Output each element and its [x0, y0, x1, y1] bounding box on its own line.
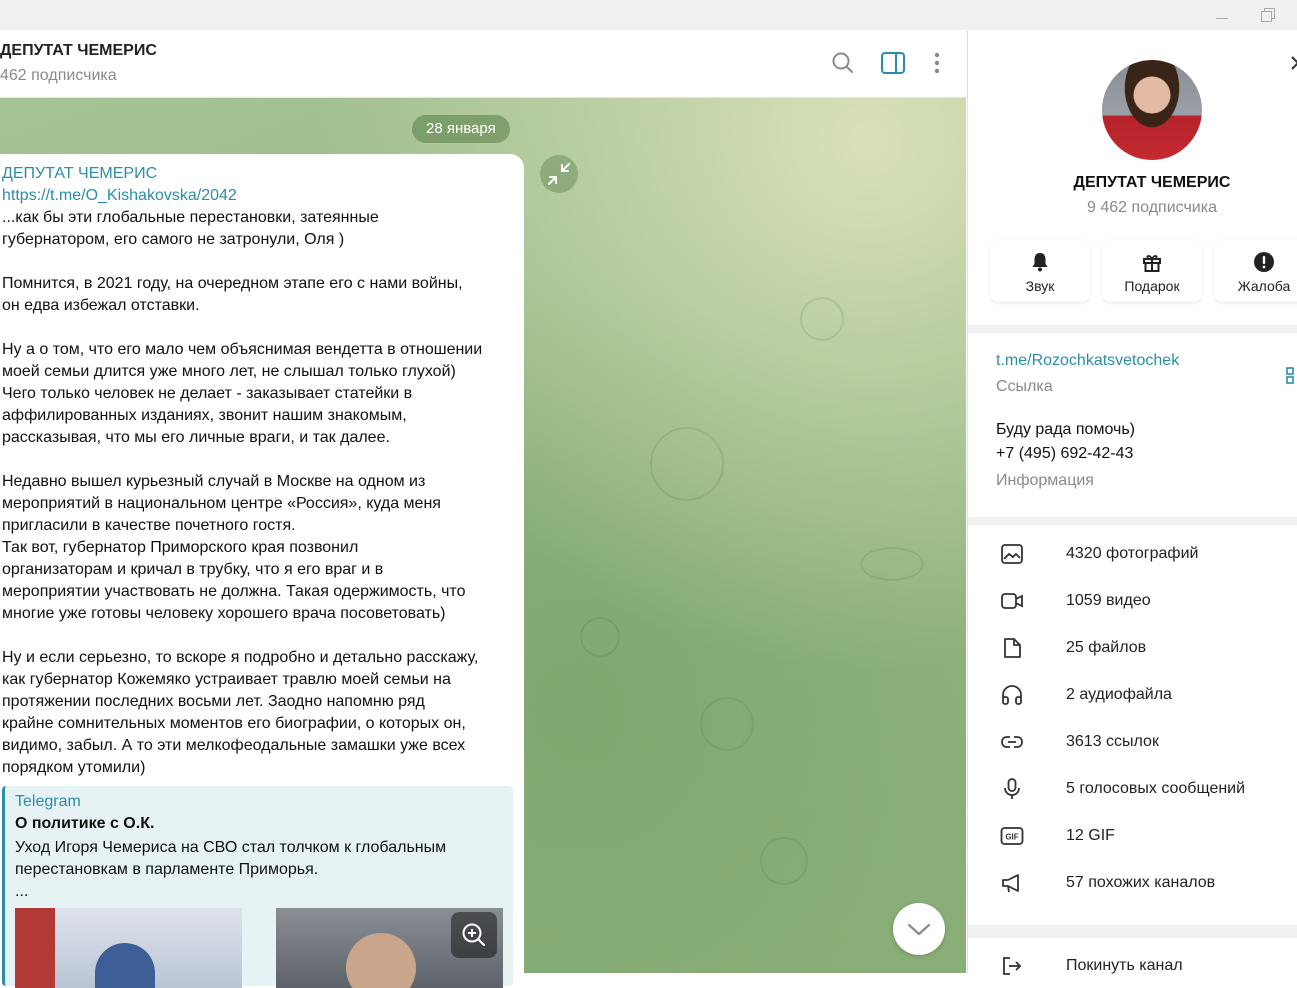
- search-icon[interactable]: [830, 50, 856, 76]
- media-row-files[interactable]: 25 файлов: [968, 625, 1297, 672]
- gif-icon: GIF: [1000, 827, 1024, 845]
- file-icon: [1004, 638, 1021, 658]
- sidebar-toggle-icon[interactable]: [880, 50, 906, 76]
- link-preview[interactable]: Telegram О политике с О.К. Уход Игоря Че…: [2, 786, 513, 988]
- preview-image[interactable]: [15, 908, 242, 988]
- chat-title: ДЕПУТАТ ЧЕМЕРИС: [0, 42, 157, 59]
- restore-icon[interactable]: [1259, 6, 1279, 24]
- profile-subscriber-count: 9 462 подписчика: [1087, 199, 1217, 216]
- channel-info-panel: ДЕПУТАТ ЧЕМЕРИС 9 462 подписчика Звук По…: [967, 30, 1297, 978]
- photo-icon: [1001, 544, 1023, 564]
- message-author[interactable]: ДЕПУТАТ ЧЕМЕРИС: [2, 165, 157, 183]
- profile-name: ДЕПУТАТ ЧЕМЕРИС: [1073, 174, 1231, 191]
- svg-text:GIF: GIF: [1005, 833, 1018, 842]
- qr-code-icon[interactable]: [1284, 367, 1297, 385]
- scroll-down-button[interactable]: [893, 903, 945, 955]
- background-doodle: [700, 697, 754, 751]
- message-link[interactable]: https://t.me/O_Kishakovska/2042: [2, 187, 237, 205]
- collapse-glyph: [548, 163, 570, 185]
- bell-icon: [1032, 253, 1048, 272]
- message-text: ...как бы эти глобальные перестановки, з…: [2, 209, 483, 776]
- media-row-audio[interactable]: 2 аудиофайла: [968, 672, 1297, 719]
- action-label: Жалоба: [1237, 278, 1291, 294]
- preview-site-name: Telegram: [15, 793, 81, 810]
- info-caption: Информация: [996, 472, 1094, 489]
- video-icon: [1001, 593, 1023, 609]
- media-label: 5 голосовых сообщений: [1066, 780, 1246, 797]
- media-row-links[interactable]: 3613 ссылок: [968, 719, 1297, 766]
- media-label: 25 файлов: [1066, 639, 1147, 656]
- shared-media-section: 4320 фотографий 1059 видео 25 файлов 2 а…: [968, 525, 1297, 925]
- leave-channel-button[interactable]: Покинуть канал: [968, 938, 1297, 978]
- profile-header: ДЕПУТАТ ЧЕМЕРИС 9 462 подписчика Звук По…: [968, 30, 1297, 325]
- background-doodle: [800, 297, 844, 341]
- action-label: Звук: [1025, 278, 1055, 294]
- background-doodle: [760, 837, 808, 885]
- leave-icon: [1003, 957, 1022, 975]
- zoom-in-icon[interactable]: [451, 912, 497, 958]
- action-button-sound[interactable]: Звук: [990, 240, 1090, 302]
- date-separator: 28 января: [412, 115, 510, 143]
- chat-subscriber-count: 462 подписчика: [0, 67, 117, 84]
- media-label: 57 похожих каналов: [1066, 874, 1216, 891]
- media-label: 3613 ссылок: [1066, 733, 1159, 750]
- minimize-icon[interactable]: [1213, 6, 1233, 24]
- zoom-in-glyph: [462, 923, 486, 947]
- media-label: 4320 фотографий: [1066, 545, 1199, 562]
- more-vertical-icon[interactable]: [924, 50, 950, 76]
- preview-title: О политике с О.К.: [15, 815, 155, 832]
- link-icon: [1001, 736, 1023, 748]
- megaphone-icon: [1002, 874, 1019, 893]
- window-titlebar: [0, 0, 1297, 30]
- media-row-videos[interactable]: 1059 видео: [968, 578, 1297, 625]
- background-doodle: [650, 427, 724, 501]
- media-row-voice[interactable]: 5 голосовых сообщений: [968, 766, 1297, 813]
- media-row-photos[interactable]: 4320 фотографий: [968, 531, 1297, 578]
- info-description: Буду рада помочь): [996, 421, 1135, 438]
- leave-label: Покинуть канал: [1066, 957, 1183, 974]
- preview-description: Уход Игоря Чемериса на СВО стал толчком …: [15, 837, 505, 903]
- media-row-gifs[interactable]: GIF 12 GIF: [968, 813, 1297, 860]
- headphones-icon: [1002, 685, 1022, 705]
- info-phone[interactable]: +7 (495) 692-42-43: [996, 442, 1133, 466]
- preview-description-text: Уход Игоря Чемериса на СВО стал толчком …: [15, 839, 447, 878]
- action-button-gift[interactable]: Подарок: [1102, 240, 1202, 302]
- chat-header[interactable]: ДЕПУТАТ ЧЕМЕРИС 462 подписчика: [0, 30, 966, 98]
- channel-link[interactable]: t.me/Rozochkatsvetochek: [996, 352, 1179, 370]
- media-row-similar-channels[interactable]: 57 похожих каналов: [968, 860, 1297, 907]
- report-icon: [1254, 252, 1274, 272]
- media-label: 12 GIF: [1066, 827, 1115, 844]
- background-doodle: [860, 547, 924, 581]
- close-icon[interactable]: [1290, 52, 1297, 74]
- gift-icon: [1143, 255, 1161, 272]
- media-label: 1059 видео: [1066, 592, 1151, 609]
- channel-info-section: t.me/Rozochkatsvetochek Ссылка Буду рада…: [968, 325, 1297, 517]
- link-caption: Ссылка: [996, 378, 1053, 395]
- background-doodle: [580, 617, 620, 657]
- action-label: Подарок: [1124, 278, 1180, 294]
- avatar[interactable]: [1102, 60, 1202, 160]
- chevron-down-icon: [907, 923, 931, 936]
- collapse-arrows-icon[interactable]: [540, 155, 578, 193]
- preview-ellipsis: ...: [15, 883, 29, 900]
- microphone-icon: [1004, 778, 1020, 799]
- media-label: 2 аудиофайла: [1066, 686, 1172, 703]
- action-button-report[interactable]: Жалоба: [1214, 240, 1297, 302]
- message-bubble[interactable]: ДЕПУТАТ ЧЕМЕРИС https://t.me/O_Kishakovs…: [0, 154, 524, 988]
